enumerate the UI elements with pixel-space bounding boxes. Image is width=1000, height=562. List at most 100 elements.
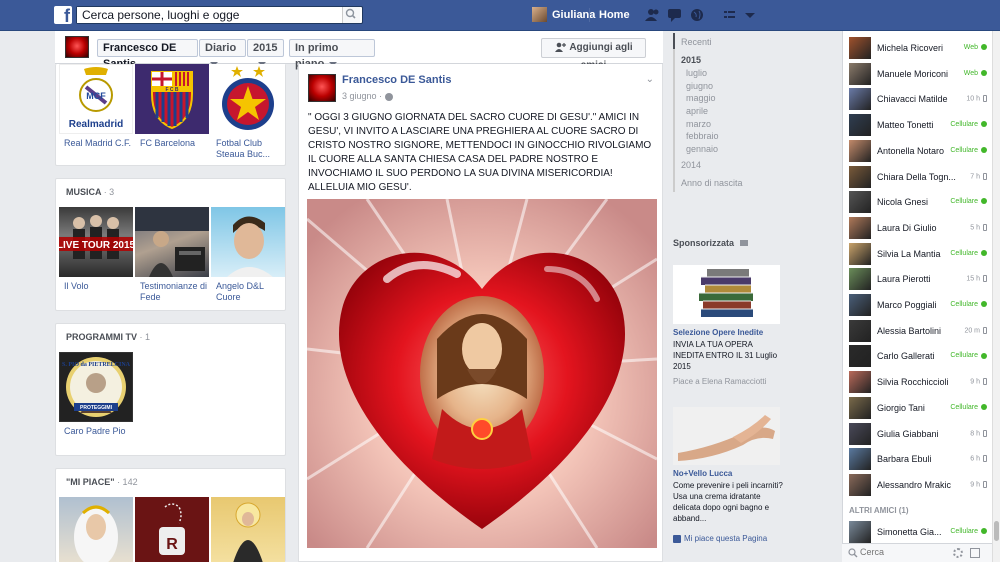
sponsored-title[interactable]: Sponsorizzata: [673, 238, 734, 248]
chat-friend-row[interactable]: Chiara Della Togn... 7 h: [849, 165, 987, 190]
friend-name: Chiara Della Togn...: [877, 171, 956, 182]
ad-body: INVIA LA TUA OPERA INEDITA ENTRO IL 31 L…: [673, 340, 778, 371]
friend-status-label: Cellulare: [950, 301, 978, 308]
scrubber-month[interactable]: gennaio: [686, 144, 718, 154]
post-author-avatar[interactable]: [308, 74, 336, 102]
friend-status: Cellulare: [950, 147, 987, 154]
chat-settings-gear-icon[interactable]: [953, 548, 963, 558]
chat-friend-row[interactable]: Barbara Ebuli 6 h: [849, 448, 987, 472]
chat-friend-row[interactable]: Chiavacci Matilde 10 h: [849, 88, 987, 112]
scrubber-month[interactable]: febbraio: [686, 131, 719, 141]
chat-friend-row[interactable]: Michela Ricoveri Web: [849, 37, 987, 61]
online-dot-icon: [981, 146, 987, 153]
sport-tile-label: FC Barcelona: [140, 138, 196, 148]
scrubber-month[interactable]: maggio: [686, 93, 716, 103]
sport-tile-real-madrid[interactable]: MCF Realmadrid Real Madrid C.F.: [59, 64, 133, 149]
chat-friend-row[interactable]: Simonetta Gia... Cellulare: [849, 521, 987, 545]
profile-name-button[interactable]: Francesco DE Santis: [97, 39, 198, 70]
friend-status: 10 h: [966, 95, 987, 103]
tv-section-title[interactable]: PROGRAMMI TV · 1: [66, 332, 150, 342]
scrubber-month[interactable]: aprile: [686, 106, 708, 116]
chat-friend-row[interactable]: Laura Di Giulio 5 h: [849, 216, 987, 241]
scrollbar-thumb[interactable]: [994, 521, 999, 541]
real-madrid-logo-icon: MCF Realmadrid: [59, 64, 133, 134]
add-friend-button[interactable]: Aggiungi agli amici: [541, 38, 646, 71]
sport-tile-steaua[interactable]: Fotbal Club Steaua Buc...: [211, 64, 285, 160]
search-icon[interactable]: [342, 7, 360, 23]
top-bar: f Giuliana Home: [0, 0, 1000, 31]
friend-name: Michela Ricoveri: [877, 43, 944, 53]
friend-status-label: 20 m: [964, 327, 980, 335]
chat-search-input[interactable]: [860, 547, 945, 557]
friend-status-label: 9 h: [970, 378, 980, 386]
chat-friend-row[interactable]: Alessandro Mrakic 9 h: [849, 473, 987, 498]
scrubber-year-2015[interactable]: 2015: [681, 55, 701, 65]
ad-novello-lucca[interactable]: No+Vello Lucca Come prevenire i peli inc…: [673, 407, 783, 524]
friend-avatar: [849, 294, 871, 316]
friend-requests-icon[interactable]: [645, 8, 661, 22]
like-tile-1[interactable]: [59, 497, 133, 562]
friend-status: 9 h: [970, 480, 987, 488]
chat-friend-row[interactable]: Giulia Giabbani 8 h: [849, 422, 987, 447]
likes-title: "MI PIACE": [66, 477, 115, 487]
music-tile-angelo[interactable]: Angelo D&L Cuore: [211, 207, 285, 303]
scrubber-month[interactable]: luglio: [686, 68, 707, 78]
chat-friend-row[interactable]: Laura Pierotti 15 h: [849, 268, 987, 292]
music-section-title[interactable]: MUSICA · 3: [66, 187, 114, 197]
chat-friend-row[interactable]: Alessia Bartolini 20 m: [849, 319, 987, 344]
friend-name: Marco Poggiali: [877, 300, 937, 310]
friend-name: Nicola Gnesi: [877, 197, 929, 208]
likes-section-title[interactable]: "MI PIACE" · 142: [66, 477, 138, 487]
profile-thumbnail[interactable]: [65, 36, 89, 58]
sport-tile-barcelona[interactable]: F C B FC Barcelona: [135, 64, 209, 149]
chat-friend-row[interactable]: Matteo Tonetti Cellulare: [849, 114, 987, 138]
new-message-icon[interactable]: [970, 548, 980, 558]
privacy-shortcuts-icon[interactable]: [722, 8, 738, 22]
madonna-image: [59, 497, 133, 562]
diario-dropdown[interactable]: Diario: [199, 39, 246, 67]
friend-name: Alessandro Mrakic: [877, 479, 952, 490]
facebook-logo-icon[interactable]: f: [54, 6, 72, 24]
like-tile-3[interactable]: [211, 497, 285, 562]
ad-opere-inedite[interactable]: Selezione Opere Inedite INVIA LA TUA OPE…: [673, 265, 783, 386]
sport-tile-label: Real Madrid C.F.: [64, 138, 132, 148]
scrubber-month[interactable]: giugno: [686, 81, 713, 91]
like-page-link[interactable]: Mi piace questa Pagina: [673, 534, 767, 543]
chat-friend-row[interactable]: Antonella Notaro Cellulare: [849, 139, 987, 164]
friend-avatar: [849, 191, 871, 214]
music-tile-il-volo[interactable]: LIVE TOUR 2015 Il Volo: [57, 207, 136, 292]
home-link[interactable]: Home: [599, 9, 630, 21]
post-date[interactable]: 3 giugno ·: [342, 91, 393, 101]
highlights-dropdown[interactable]: In primo piano: [289, 39, 375, 70]
chat-friend-row[interactable]: Marco Poggiali Cellulare: [849, 294, 987, 318]
year-dropdown[interactable]: 2015: [247, 39, 284, 67]
scrubber-month[interactable]: marzo: [686, 119, 711, 129]
tv-tile-padre-pio[interactable]: S. PIO da PIETRELCINA PROTEGGIMI Caro Pa…: [59, 352, 133, 437]
account-menu-chevron-down-icon[interactable]: [742, 8, 758, 22]
notifications-globe-icon[interactable]: [690, 8, 706, 22]
scrubber-birth-year[interactable]: Anno di nascita: [681, 178, 743, 188]
chat-friend-row[interactable]: Silvia Rocchiccioli 9 h: [849, 371, 987, 395]
messages-icon[interactable]: [667, 8, 683, 22]
scrubber-recent[interactable]: Recenti: [681, 37, 712, 47]
chat-friend-row[interactable]: Nicola Gnesi Cellulare: [849, 191, 987, 215]
ad-title: Selezione Opere Inedite: [673, 328, 764, 337]
music-tile-testimonianze[interactable]: Testimonianze di Fede: [135, 207, 209, 303]
create-ad-icon[interactable]: [740, 240, 749, 247]
post-options-chevron-icon[interactable]: ⌄: [646, 74, 654, 85]
chat-friend-row[interactable]: Manuele Moriconi Web: [849, 62, 987, 87]
chat-friend-row[interactable]: Silvia La Mantia Cellulare: [849, 242, 987, 267]
page-scrollbar[interactable]: [992, 31, 1000, 562]
search-input[interactable]: [77, 7, 337, 23]
post-image-sacred-heart[interactable]: [306, 198, 658, 549]
music-count: · 3: [103, 187, 115, 197]
search-box[interactable]: [76, 6, 363, 24]
friend-avatar: [849, 165, 871, 188]
chat-friend-row[interactable]: Carlo Gallerati Cellulare: [849, 345, 987, 369]
user-avatar[interactable]: [532, 7, 547, 22]
like-tile-2[interactable]: R: [135, 497, 209, 562]
post-author-name[interactable]: Francesco DE Santis: [342, 74, 451, 86]
chat-friend-row[interactable]: Giorgio Tani Cellulare: [849, 396, 987, 421]
scrubber-year-2014[interactable]: 2014: [681, 160, 701, 170]
friend-status: Cellulare: [950, 352, 987, 359]
